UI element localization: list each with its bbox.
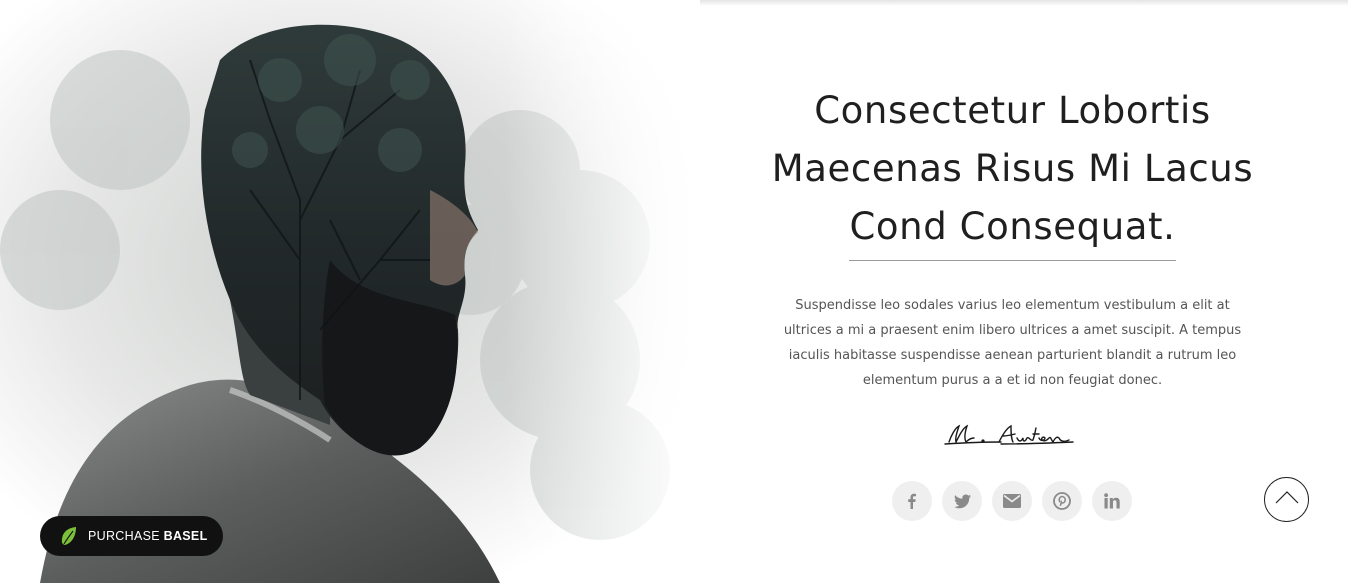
hero-description: Suspendisse leo sodales varius leo eleme… — [783, 298, 1242, 388]
signature — [941, 418, 1081, 452]
hero-content: Consectetur Lobortis Maecenas Risus Mi L… — [740, 0, 1285, 521]
purchase-basel-button[interactable]: PURCHASE BASEL — [40, 516, 223, 556]
social-share-bar — [892, 481, 1132, 521]
hero-image — [0, 0, 700, 583]
purchase-label: PURCHASE — [88, 529, 160, 543]
hero-title-line: Maecenas Risus Mi Lacus — [771, 147, 1254, 190]
hero-title-line: Consectetur Lobortis — [814, 89, 1211, 132]
facebook-icon — [904, 493, 920, 509]
twitter-share-button[interactable] — [942, 481, 982, 521]
pinterest-share-button[interactable] — [1042, 481, 1082, 521]
scroll-to-top-button[interactable] — [1264, 477, 1309, 522]
email-icon — [1003, 494, 1021, 508]
pinterest-icon — [1053, 492, 1071, 510]
chevron-up-icon — [1275, 490, 1299, 509]
hero-title: Consectetur Lobortis Maecenas Risus Mi L… — [740, 82, 1285, 261]
email-share-button[interactable] — [992, 481, 1032, 521]
linkedin-share-button[interactable] — [1092, 481, 1132, 521]
twitter-icon — [953, 493, 971, 509]
facebook-share-button[interactable] — [892, 481, 932, 521]
linkedin-icon — [1104, 493, 1120, 509]
purchase-brand: BASEL — [163, 529, 208, 543]
leaf-icon — [60, 526, 78, 546]
hero-title-line: Cond Consequat. — [849, 198, 1176, 261]
